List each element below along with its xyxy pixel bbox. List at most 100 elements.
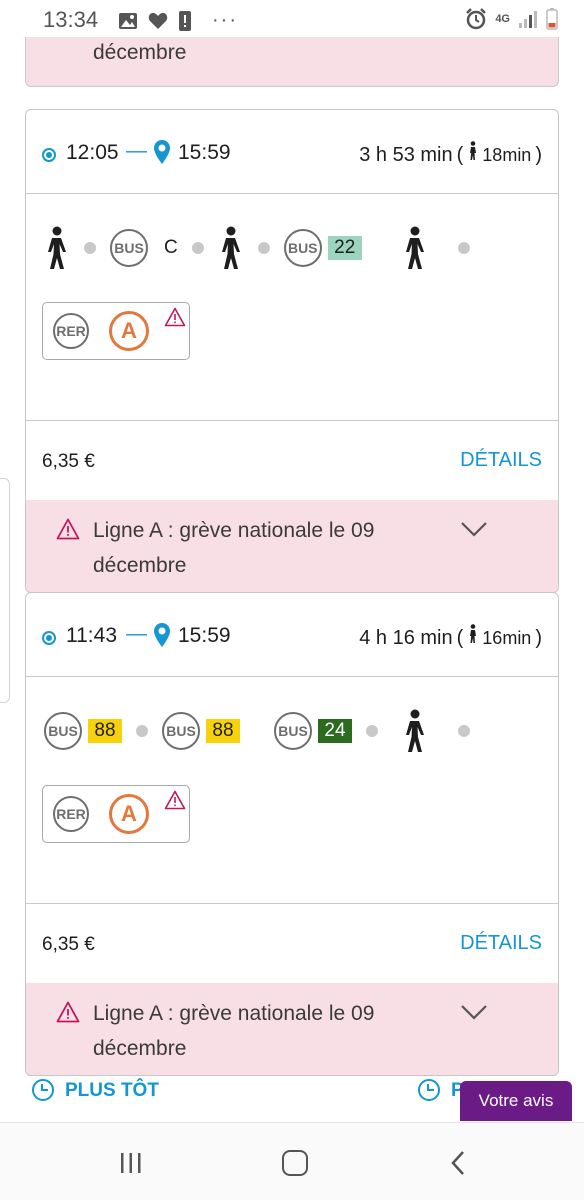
origin-icon <box>42 148 56 162</box>
previous-card-alert[interactable]: décembre <box>25 37 559 87</box>
disrupted-lines[interactable]: RER A <box>42 302 190 360</box>
chevron-down-icon[interactable] <box>460 1003 488 1021</box>
system-nav-bar <box>0 1122 584 1200</box>
time-separator: — <box>126 622 147 645</box>
leg-separator <box>136 725 148 737</box>
alert-text: décembre <box>93 41 187 64</box>
disruption-area: RER A <box>26 302 558 420</box>
duration-total: 4 h 16 min <box>359 627 453 649</box>
chevron-down-icon[interactable] <box>460 520 488 538</box>
more-notifications-icon: ··· <box>212 9 238 31</box>
leg-walk <box>218 226 244 270</box>
alert-text: Ligne A : grève nationale le 09 décembre <box>93 1002 375 1060</box>
price-row: 6,35 € DÉTAILS <box>26 903 558 983</box>
status-icons-right: 4G <box>465 8 558 30</box>
details-link[interactable]: DÉTAILS <box>460 449 542 472</box>
line-badge: 88 <box>88 719 122 743</box>
line-a-icon: A <box>109 311 149 351</box>
disruption-area: RER A <box>26 785 558 903</box>
edge-panel-handle[interactable] <box>0 478 10 703</box>
image-icon <box>119 12 137 29</box>
bus-icon: BUS <box>162 712 200 750</box>
heart-icon <box>148 12 168 29</box>
route-legs: BUS C BUS 22 <box>26 194 558 302</box>
line-a-icon: A <box>109 794 149 834</box>
status-icons-left: ··· <box>118 9 238 32</box>
clock-icon <box>32 1079 54 1101</box>
walk-icon <box>470 141 477 160</box>
leg-bus: BUS 24 <box>274 712 352 750</box>
paren-open: ( <box>456 144 464 166</box>
leg-separator <box>458 725 470 737</box>
bus-icon: BUS <box>110 229 148 267</box>
route-legs: BUS 88 BUS 88 BUS 24 <box>26 677 558 785</box>
duration: 3 h 53 min ( 18min ) <box>359 141 542 167</box>
warning-icon <box>164 790 186 810</box>
leg-separator <box>457 242 470 254</box>
leg-bus: BUS 88 <box>162 712 240 750</box>
line-badge: 88 <box>206 719 240 743</box>
disruption-alert[interactable]: Ligne A : grève nationale le 09 décembre <box>26 500 558 592</box>
disruption-alert[interactable]: Ligne A : grève nationale le 09 décembre <box>26 983 558 1075</box>
departure-time: 12:05 <box>66 141 119 164</box>
status-bar: 13:34 ··· 4G <box>0 0 584 40</box>
walk-duration: 18min <box>482 145 532 165</box>
leg-walk <box>402 226 428 270</box>
line-badge: 24 <box>318 719 352 743</box>
paren-close: ) <box>535 144 542 166</box>
disrupted-lines[interactable]: RER A <box>42 785 190 843</box>
walk-duration: 16min <box>482 628 532 648</box>
arrival-time: 15:59 <box>178 624 231 647</box>
leg-separator <box>191 242 204 254</box>
home-icon[interactable] <box>282 1150 308 1176</box>
leg-bus: BUS 88 <box>44 712 122 750</box>
rer-icon: RER <box>53 796 89 832</box>
walk-icon <box>405 226 424 269</box>
paren-close: ) <box>535 627 542 649</box>
route-header: 12:05 — 15:59 3 h 53 min ( 18min ) <box>26 110 558 194</box>
price: 6,35 € <box>42 934 95 955</box>
route-header: 11:43 — 15:59 4 h 16 min ( 16min ) <box>26 593 558 677</box>
destination-pin-icon <box>154 140 170 164</box>
back-icon[interactable] <box>448 1149 468 1177</box>
arrival-time: 15:59 <box>178 141 231 164</box>
route-card[interactable]: 12:05 — 15:59 3 h 53 min ( 18min ) BUS C <box>25 109 559 593</box>
alert-icon <box>179 10 191 31</box>
departure-time: 11:43 <box>66 624 117 647</box>
walk-icon <box>48 226 66 269</box>
duration: 4 h 16 min ( 16min ) <box>359 624 542 650</box>
warning-icon <box>56 1001 80 1023</box>
recent-apps-icon[interactable] <box>118 1151 144 1175</box>
bus-icon: BUS <box>274 712 312 750</box>
rer-icon: RER <box>53 313 89 349</box>
leg-bus: BUS C <box>110 229 178 267</box>
alarm-icon <box>466 8 487 30</box>
bus-icon: BUS <box>283 229 322 267</box>
leg-separator <box>84 242 96 254</box>
route-card[interactable]: 11:43 — 15:59 4 h 16 min ( 16min ) BUS 8… <box>25 592 559 1076</box>
status-time: 13:34 <box>43 7 99 32</box>
feedback-button[interactable]: Votre avis <box>460 1081 572 1121</box>
leg-separator <box>366 725 378 737</box>
line-badge: 22 <box>327 236 362 260</box>
earlier-label: PLUS TÔT <box>65 1080 159 1101</box>
screen: 13:34 ··· 4G décembre 12:05 — 15:59 3 h … <box>0 0 584 1200</box>
alert-text: Ligne A : grève nationale le 09 décembre <box>93 519 375 577</box>
details-link[interactable]: DÉTAILS <box>460 932 542 955</box>
time-separator: — <box>126 139 147 162</box>
price: 6,35 € <box>42 451 95 472</box>
leg-walk <box>402 709 428 753</box>
clock-icon <box>418 1079 440 1101</box>
duration-total: 3 h 53 min <box>359 144 453 166</box>
warning-icon <box>164 307 186 327</box>
leg-bus: BUS 22 <box>283 229 362 267</box>
walk-icon <box>406 709 424 752</box>
walk-icon <box>470 624 477 643</box>
price-row: 6,35 € DÉTAILS <box>26 420 558 500</box>
origin-icon <box>42 631 56 645</box>
earlier-button[interactable]: PLUS TÔT <box>30 1070 170 1116</box>
walk-icon <box>221 226 240 269</box>
signal-icon <box>519 11 537 28</box>
bus-icon: BUS <box>44 712 82 750</box>
warning-icon <box>56 518 80 540</box>
